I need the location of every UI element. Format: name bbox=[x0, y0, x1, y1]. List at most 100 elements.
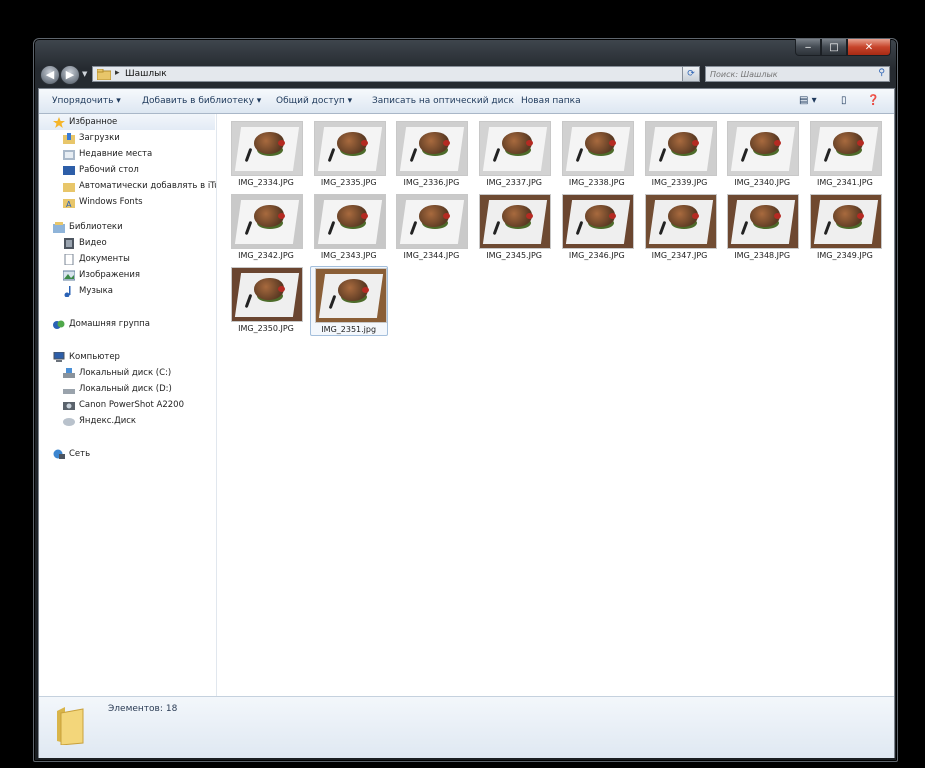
file-item[interactable]: IMG_2335.JPG bbox=[310, 120, 388, 190]
file-item[interactable]: IMG_2347.JPG bbox=[641, 193, 719, 263]
sidebar-homegroup[interactable]: Домашняя группа bbox=[53, 316, 150, 332]
sidebar-item-video[interactable]: Видео bbox=[63, 235, 107, 251]
downloads-folder-icon bbox=[63, 132, 75, 144]
photo-thumbnail bbox=[728, 122, 799, 175]
file-item[interactable]: IMG_2337.JPG bbox=[475, 120, 553, 190]
file-name: IMG_2346.JPG bbox=[568, 251, 625, 260]
navigation-bar: ◀ ▶ ▼ ▸ Шашлык ▾ ⟳ ⚲ bbox=[34, 63, 897, 85]
help-icon[interactable]: ❓ bbox=[867, 95, 879, 106]
file-item[interactable]: IMG_2336.JPG bbox=[392, 120, 470, 190]
add-to-library-button[interactable]: Добавить в библиотеку ▾ bbox=[142, 96, 261, 106]
recent-pages-dropdown[interactable]: ▼ bbox=[82, 70, 87, 78]
search-box[interactable]: ⚲ bbox=[705, 66, 890, 82]
star-icon bbox=[53, 116, 65, 128]
file-item[interactable]: IMG_2340.JPG bbox=[723, 120, 801, 190]
photo-thumbnail bbox=[314, 122, 385, 175]
sidebar-network[interactable]: Сеть bbox=[53, 446, 90, 462]
sidebar-item-downloads[interactable]: Загрузки bbox=[63, 130, 120, 146]
file-item[interactable]: IMG_2342.JPG bbox=[227, 193, 305, 263]
view-options-icon[interactable]: ▤ ▾ bbox=[799, 95, 817, 106]
file-item[interactable]: IMG_2343.JPG bbox=[310, 193, 388, 263]
computer-icon bbox=[53, 351, 65, 363]
sidebar-item-label: Недавние места bbox=[79, 149, 153, 159]
svg-text:A: A bbox=[66, 200, 72, 208]
documents-icon bbox=[63, 253, 75, 265]
refresh-icon: ⟳ bbox=[687, 69, 695, 79]
new-folder-button[interactable]: Новая папка bbox=[521, 96, 581, 106]
back-button[interactable]: ◀ bbox=[40, 65, 60, 85]
file-item[interactable]: IMG_2348.JPG bbox=[723, 193, 801, 263]
minimize-button[interactable]: ‒ bbox=[795, 39, 821, 56]
forward-button[interactable]: ▶ bbox=[60, 65, 80, 85]
sidebar-item-yandex-disk[interactable]: Яндекс.Диск bbox=[63, 413, 136, 429]
file-name: IMG_2338.JPG bbox=[568, 178, 625, 187]
sidebar-computer[interactable]: Компьютер bbox=[53, 349, 120, 365]
photo-thumbnail bbox=[810, 195, 881, 248]
sidebar-item-itunes[interactable]: Автоматически добавлять в iTur bbox=[63, 178, 217, 194]
sidebar-item-recent[interactable]: Недавние места bbox=[63, 146, 152, 162]
file-item[interactable]: IMG_2349.JPG bbox=[806, 193, 884, 263]
arrow-right-icon: ▶ bbox=[65, 68, 75, 81]
file-name: IMG_2345.JPG bbox=[486, 251, 542, 260]
maximize-button[interactable]: □ bbox=[821, 39, 847, 56]
photo-thumbnail bbox=[728, 195, 799, 248]
sidebar-item-label: Видео bbox=[79, 238, 107, 248]
sidebar-item-drive-d[interactable]: Локальный диск (D:) bbox=[63, 381, 172, 397]
search-icon[interactable]: ⚲ bbox=[878, 68, 885, 78]
file-item[interactable]: IMG_2351.jpg bbox=[309, 266, 388, 336]
sidebar-item-label: Изображения bbox=[79, 270, 141, 280]
share-button[interactable]: Общий доступ ▾ bbox=[276, 96, 352, 106]
sidebar-item-windows-fonts[interactable]: A Windows Fonts bbox=[63, 194, 143, 210]
file-item[interactable]: IMG_2346.JPG bbox=[558, 193, 636, 263]
file-name: IMG_2335.JPG bbox=[320, 178, 377, 187]
sidebar-item-camera[interactable]: Canon PowerShot A2200 bbox=[63, 397, 184, 413]
photo-thumbnail bbox=[315, 269, 386, 322]
sidebar-computer-label: Компьютер bbox=[69, 352, 120, 362]
sidebar-libraries[interactable]: Библиотеки bbox=[53, 219, 123, 235]
explorer-window: ‒ □ ✕ ◀ ▶ ▼ ▸ Шашлык ▾ ⟳ ⚲ Упорядочить ▾… bbox=[33, 38, 898, 762]
sidebar-item-desktop[interactable]: Рабочий стол bbox=[63, 162, 139, 178]
sidebar-item-drive-c[interactable]: Локальный диск (C:) bbox=[63, 365, 171, 381]
file-item[interactable]: IMG_2344.JPG bbox=[392, 193, 470, 263]
folder-icon bbox=[96, 68, 112, 83]
file-item[interactable]: IMG_2345.JPG bbox=[475, 193, 553, 263]
refresh-button[interactable]: ⟳ bbox=[682, 66, 700, 82]
file-item[interactable]: IMG_2341.JPG bbox=[806, 120, 884, 190]
photo-thumbnail bbox=[645, 122, 716, 175]
photo-thumbnail bbox=[232, 268, 302, 321]
file-name: IMG_2336.JPG bbox=[403, 178, 460, 187]
folder-icon bbox=[55, 705, 85, 746]
file-name: IMG_2350.JPG bbox=[238, 324, 294, 333]
sidebar-item-label: Автоматически добавлять в iTur bbox=[79, 181, 217, 191]
sidebar-favorites[interactable]: Избранное bbox=[39, 114, 215, 130]
close-button[interactable]: ✕ bbox=[847, 39, 891, 56]
address-bar[interactable]: ▸ Шашлык ▾ bbox=[92, 66, 698, 82]
video-icon bbox=[63, 237, 75, 249]
file-item[interactable]: IMG_2350.JPG bbox=[227, 266, 305, 336]
burn-button[interactable]: Записать на оптический диск bbox=[372, 96, 514, 106]
libraries-icon bbox=[53, 221, 65, 233]
breadcrumb-current[interactable]: Шашлык bbox=[125, 69, 167, 79]
file-name: IMG_2340.JPG bbox=[734, 178, 791, 187]
file-item[interactable]: IMG_2339.JPG bbox=[641, 120, 719, 190]
search-input[interactable] bbox=[710, 68, 870, 80]
photo-thumbnail bbox=[397, 195, 468, 248]
sidebar-item-pictures[interactable]: Изображения bbox=[62, 267, 141, 283]
preview-pane-icon[interactable]: ▯ bbox=[841, 95, 847, 106]
organize-button[interactable]: Упорядочить ▾ bbox=[52, 96, 121, 106]
file-item[interactable]: IMG_2334.JPG bbox=[227, 120, 305, 190]
sidebar-item-label: Canon PowerShot A2200 bbox=[79, 400, 184, 410]
system-drive-icon bbox=[63, 367, 75, 379]
details-pane: Элементов: 18 bbox=[39, 696, 894, 758]
sidebar-item-documents[interactable]: Документы bbox=[63, 251, 130, 267]
photo-thumbnail bbox=[232, 195, 302, 248]
sidebar-libraries-label: Библиотеки bbox=[69, 222, 123, 232]
photo-thumbnail bbox=[314, 195, 385, 248]
sidebar-item-music[interactable]: Музыка bbox=[63, 283, 113, 299]
sidebar-item-label: Локальный диск (D:) bbox=[79, 384, 172, 394]
breadcrumb-arrow-icon[interactable]: ▸ bbox=[115, 68, 120, 78]
file-item[interactable]: IMG_2338.JPG bbox=[558, 120, 636, 190]
cloud-drive-icon bbox=[63, 416, 75, 427]
music-icon bbox=[63, 285, 75, 297]
navigation-pane: Избранное Загрузки Недавние места Рабочи… bbox=[39, 114, 217, 757]
